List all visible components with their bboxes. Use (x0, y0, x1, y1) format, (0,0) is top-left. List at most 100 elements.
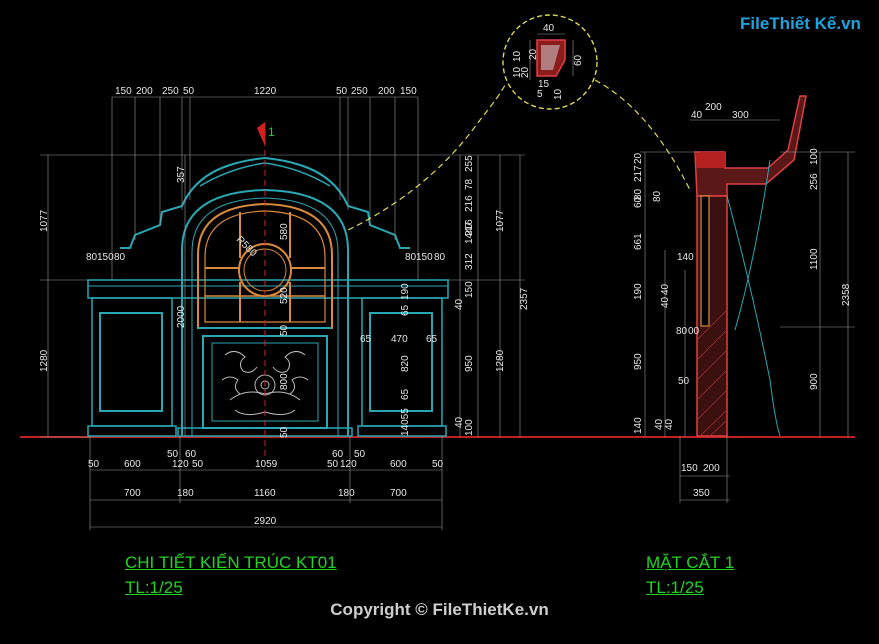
dim-label: 40 (660, 283, 671, 295)
dim-label: 216 (464, 195, 475, 212)
dim-label: 150 (464, 281, 475, 298)
section-marker: 1 (268, 125, 275, 139)
elevation-scale: TL:1/25 (125, 578, 183, 597)
dim-label: 1077 (39, 209, 50, 232)
dim-label: 80 (676, 326, 688, 337)
dim-label: 14055 (400, 408, 411, 436)
dim-label: 65 (400, 388, 411, 400)
dim-label: 1160 (254, 488, 276, 499)
dim-label: 700 (124, 488, 141, 499)
dim-label: 65 (426, 334, 438, 345)
dim-label: 65 (400, 304, 411, 316)
dim-label: 50 (279, 324, 290, 336)
dim-label: 1280 (495, 349, 506, 372)
dim-label: 150 (400, 86, 417, 97)
dim-label: 950 (464, 355, 475, 372)
dim-label: 820 (400, 355, 411, 372)
logo-text: Thiết Kế (769, 14, 837, 33)
dim-label: 50 (183, 86, 195, 97)
section-title: MẶT CẮT 1 (646, 553, 735, 572)
dim-label: 1059 (255, 459, 278, 470)
dim-label: 5 (537, 89, 543, 100)
left-pier-panel (99, 312, 163, 412)
dim-label: 80 (434, 252, 446, 263)
dim-label: 200 (378, 86, 395, 97)
dim-label: 180 (177, 488, 194, 499)
dim-label: R580 (234, 234, 259, 259)
dim-label: 350 (693, 488, 710, 499)
elevation-title: CHI TIẾT KIẾN TRÚC KT01 (125, 553, 337, 572)
dim-label: 50 (192, 459, 204, 470)
dim-label: 300 (732, 110, 749, 121)
dim-label: 65 (360, 334, 372, 345)
dim-label: 200 (705, 102, 722, 113)
site-logo[interactable]: FileThiết Kế.vn (740, 14, 861, 34)
dim-label: 50 (327, 459, 339, 470)
dim-label: 217 (633, 165, 644, 182)
dim-label: 900 (809, 373, 820, 390)
dim-label: 80 (652, 190, 663, 202)
dim-label: 1100 (809, 248, 820, 270)
dim-label: 600 (390, 459, 407, 470)
dim-label: 50 (336, 86, 348, 97)
dim-label: 80 (86, 252, 98, 263)
cad-drawing-canvas: 1 150 200 250 50 1220 50 250 200 150 107… (0, 0, 879, 644)
dim-label: 00 (688, 326, 700, 337)
section-arrow (257, 122, 265, 146)
dim-label: 50 (279, 426, 290, 438)
dim-label: 800 (279, 373, 290, 390)
dim-label: 150 (416, 252, 433, 263)
dim-label: 50 (432, 459, 444, 470)
logo-text: File (740, 14, 770, 33)
dim-label: 10 (512, 50, 523, 62)
dim-label: 1077 (495, 209, 506, 232)
dim-label: 180 (338, 488, 355, 499)
dim-label: 255 (464, 155, 475, 172)
dim-label: 78 (464, 178, 475, 190)
dim-label: 50 (88, 459, 100, 470)
dim-label: 200 (136, 86, 153, 97)
dim-label: 40 (664, 418, 675, 430)
dim-label: 80 (114, 252, 126, 263)
dim-label: 10 (553, 88, 564, 100)
dim-label: 140 (633, 417, 644, 434)
dim-label: 1220 (254, 86, 277, 97)
dim-label: 100 (464, 419, 475, 436)
dim-label: 357 (176, 166, 187, 183)
dim-label: 140 (677, 252, 694, 263)
dim-label: 60 (633, 196, 644, 208)
dim-label: 40 (691, 110, 703, 121)
dim-label: 50 (678, 376, 690, 387)
dim-label: 60 (573, 54, 584, 66)
dim-label: 520 (279, 287, 290, 304)
dim-label: 312 (464, 253, 475, 270)
dim-label: 580 (279, 223, 290, 240)
dim-label: 50 (354, 449, 366, 460)
dim-label: 700 (390, 488, 407, 499)
dim-label: 150 (115, 86, 132, 97)
section-drawing: 40 200 300 20 217 80 60 661 190 950 140 … (633, 95, 855, 503)
dim-label: 1447 (464, 221, 475, 244)
dim-label: 250 (162, 86, 179, 97)
dim-label: 2357 (519, 287, 530, 310)
dim-label: 20 (520, 66, 531, 78)
dim-label: 40 (454, 298, 465, 310)
dim-label: 120 (172, 459, 189, 470)
cad-drawing: 1 150 200 250 50 1220 50 250 200 150 107… (20, 14, 855, 530)
left-pier (91, 297, 173, 427)
callout-leader (347, 84, 506, 231)
dim-label: 150 (681, 463, 698, 474)
dim-label: 20 (633, 152, 644, 164)
dim-label: 120 (340, 459, 357, 470)
logo-text: .vn (836, 14, 861, 33)
dim-label: 661 (633, 233, 644, 250)
dim-label: 190 (400, 283, 411, 300)
dim-label: 2000 (176, 305, 187, 328)
elevation-drawing: 1 150 200 250 50 1220 50 250 200 150 107… (39, 86, 530, 530)
dim-label: 250 (351, 86, 368, 97)
dim-label: 20 (528, 48, 539, 60)
section-scale: TL:1/25 (646, 578, 704, 597)
dim-label: 256 (809, 173, 820, 190)
dim-label: 2358 (841, 283, 852, 306)
dim-label: 190 (633, 283, 644, 300)
